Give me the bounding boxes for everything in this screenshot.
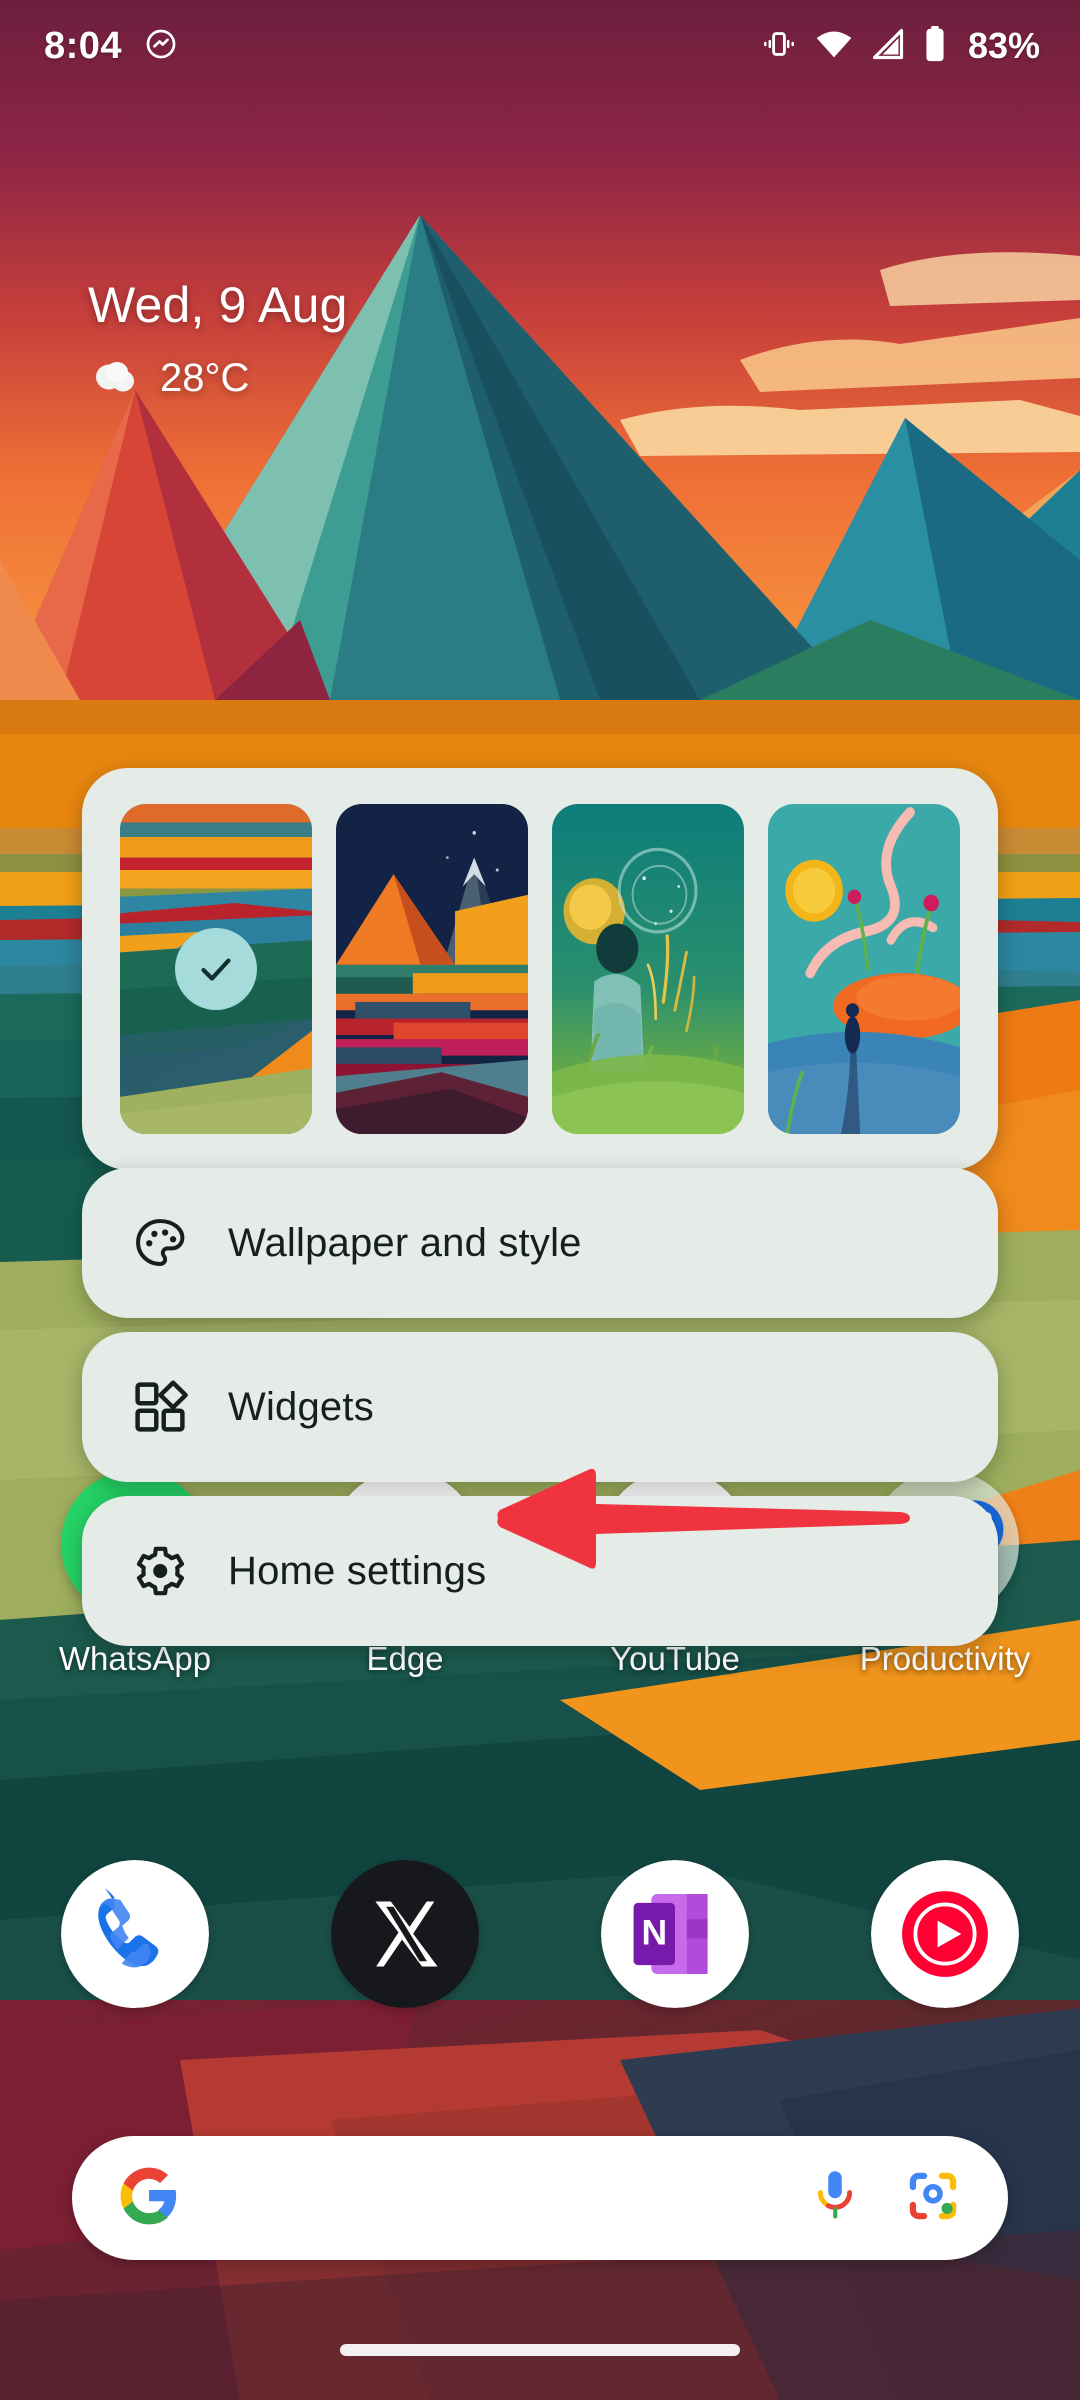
menu-item-wallpaper-and-style[interactable]: Wallpaper and style bbox=[82, 1168, 998, 1318]
status-bar: 8:04 83% bbox=[0, 0, 1080, 92]
palette-icon bbox=[132, 1215, 188, 1271]
cellular-signal-icon bbox=[870, 26, 906, 67]
menu-item-label: Home settings bbox=[228, 1548, 487, 1593]
menu-item-home-settings[interactable]: Home settings bbox=[82, 1496, 998, 1646]
wallpaper-thumb-abstract-landscape[interactable] bbox=[120, 804, 312, 1134]
status-clock: 8:04 bbox=[44, 24, 123, 67]
battery-icon bbox=[922, 25, 948, 68]
menu-item-widgets[interactable]: Widgets bbox=[82, 1332, 998, 1482]
menu-item-label: Wallpaper and style bbox=[228, 1220, 582, 1265]
home-long-press-popup: Wallpaper and style Widgets Home setting… bbox=[0, 0, 1080, 2400]
vibrate-icon bbox=[760, 25, 798, 68]
gear-icon bbox=[132, 1543, 188, 1599]
wallpaper-thumb-person-in-grass[interactable] bbox=[552, 804, 744, 1134]
status-bar-right: 83% bbox=[760, 24, 1040, 69]
wallpaper-thumb-night-mountain[interactable] bbox=[336, 804, 528, 1134]
widgets-icon bbox=[132, 1379, 188, 1435]
wallpaper-thumbnail-strip bbox=[82, 804, 998, 1134]
status-bar-left: 8:04 bbox=[44, 25, 178, 68]
check-icon bbox=[201, 958, 231, 981]
wallpaper-picker-card bbox=[82, 768, 998, 1170]
menu-item-label: Widgets bbox=[228, 1384, 374, 1429]
wallpaper-selected-badge bbox=[175, 928, 257, 1010]
wallpaper-thumb-walker-sun-flowers[interactable] bbox=[768, 804, 960, 1134]
wifi-icon bbox=[814, 24, 854, 69]
battery-percent-label: 83% bbox=[967, 25, 1040, 66]
alarm-icon bbox=[144, 27, 178, 66]
